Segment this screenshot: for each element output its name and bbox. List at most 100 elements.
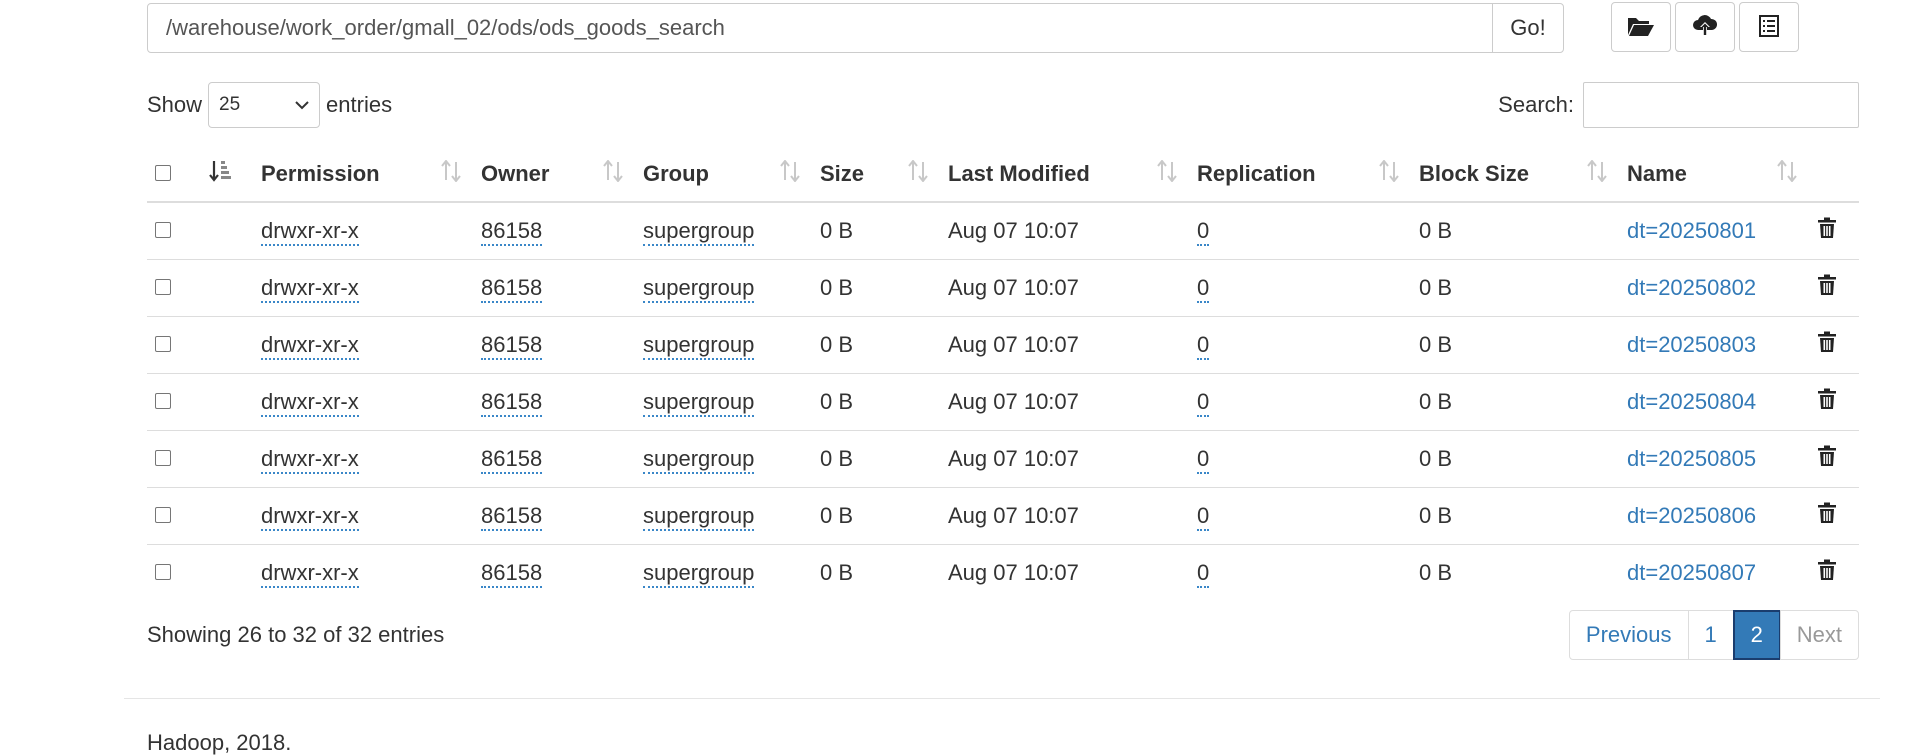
row-checkbox[interactable] [155,392,171,409]
go-button[interactable]: Go! [1492,3,1564,53]
size-cell: 0 B [812,315,940,373]
column-permission[interactable]: Permission [253,146,473,203]
create-directory-button[interactable] [1611,2,1671,52]
next-page-button[interactable]: Next [1779,610,1859,660]
group-value[interactable]: supergroup [643,502,755,531]
name-cell: dt=20250805 [1619,429,1809,487]
modified-cell: Aug 07 10:07 [940,258,1189,316]
trash-icon[interactable] [1817,445,1837,472]
file-name-link[interactable]: dt=20250807 [1627,560,1756,585]
table-row: drwxr-xr-x 86158 supergroup 0 B Aug 07 1… [147,258,1859,316]
column-label: Replication [1197,160,1316,186]
column-label: Name [1627,160,1687,186]
group-value[interactable]: supergroup [643,445,755,474]
column-last-modified[interactable]: Last Modified [940,146,1189,203]
row-checkbox[interactable] [155,506,171,523]
row-checkbox-cell [147,429,201,487]
trash-icon[interactable] [1817,274,1837,301]
spacer-cell [201,258,253,316]
previous-page-button[interactable]: Previous [1568,610,1689,660]
trash-icon[interactable] [1817,217,1837,244]
replication-value[interactable]: 0 [1197,274,1210,303]
select-all-checkbox[interactable] [155,164,171,181]
column-replication[interactable]: Replication [1189,146,1411,203]
owner-value[interactable]: 86158 [481,559,543,588]
permission-value[interactable]: drwxr-xr-x [261,559,359,588]
folder-open-icon [1627,15,1655,40]
row-checkbox[interactable] [155,335,171,352]
file-name-link[interactable]: dt=20250804 [1627,389,1756,414]
file-name-link[interactable]: dt=20250805 [1627,446,1756,471]
permission-value[interactable]: drwxr-xr-x [261,388,359,417]
permission-value[interactable]: drwxr-xr-x [261,274,359,303]
owner-value[interactable]: 86158 [481,217,543,246]
replication-value[interactable]: 0 [1197,502,1210,531]
owner-cell: 86158 [473,372,635,430]
file-name-link[interactable]: dt=20250806 [1627,503,1756,528]
replication-value[interactable]: 0 [1197,331,1210,360]
name-cell: dt=20250801 [1619,202,1809,259]
name-cell: dt=20250804 [1619,372,1809,430]
trash-icon[interactable] [1817,388,1837,415]
row-checkbox-cell [147,486,201,544]
trash-icon[interactable] [1817,559,1837,586]
column-owner[interactable]: Owner [473,146,635,203]
group-value[interactable]: supergroup [643,388,755,417]
replication-cell: 0 [1189,486,1411,544]
pagination: Previous 1 2 Next [1568,610,1859,660]
permission-value[interactable]: drwxr-xr-x [261,445,359,474]
column-size[interactable]: Size [812,146,940,203]
permission-value[interactable]: drwxr-xr-x [261,331,359,360]
permission-value[interactable]: drwxr-xr-x [261,217,359,246]
column-name[interactable]: Name [1619,146,1809,203]
permission-cell: drwxr-xr-x [253,486,473,544]
sort-icon [1587,159,1607,188]
trash-icon[interactable] [1817,331,1837,358]
row-checkbox[interactable] [155,563,171,580]
group-value[interactable]: supergroup [643,217,755,246]
replication-value[interactable]: 0 [1197,559,1210,588]
toolbar [1611,2,1799,52]
replication-value[interactable]: 0 [1197,217,1210,246]
owner-value[interactable]: 86158 [481,445,543,474]
file-name-link[interactable]: dt=20250801 [1627,218,1756,243]
replication-value[interactable]: 0 [1197,445,1210,474]
permission-cell: drwxr-xr-x [253,202,473,259]
group-value[interactable]: supergroup [643,331,755,360]
size-cell: 0 B [812,486,940,544]
permission-value[interactable]: drwxr-xr-x [261,502,359,531]
footer-text: Hadoop, 2018. [147,730,292,755]
column-group[interactable]: Group [635,146,812,203]
file-name-link[interactable]: dt=20250802 [1627,275,1756,300]
replication-value[interactable]: 0 [1197,388,1210,417]
size-cell: 0 B [812,258,940,316]
table-row: drwxr-xr-x 86158 supergroup 0 B Aug 07 1… [147,202,1859,259]
trash-icon[interactable] [1817,502,1837,529]
row-checkbox[interactable] [155,449,171,466]
owner-value[interactable]: 86158 [481,388,543,417]
block-size-cell: 0 B [1411,258,1619,316]
list-icon [1758,14,1780,40]
file-name-link[interactable]: dt=20250803 [1627,332,1756,357]
spacer-cell [201,429,253,487]
page-2-button[interactable]: 2 [1732,610,1781,660]
entries-per-page-select[interactable]: 25 [208,82,321,128]
row-checkbox-cell [147,372,201,430]
owner-value[interactable]: 86158 [481,274,543,303]
column-block-size[interactable]: Block Size [1411,146,1619,203]
sort-order-header[interactable] [201,146,253,203]
replication-cell: 0 [1189,258,1411,316]
owner-value[interactable]: 86158 [481,331,543,360]
owner-value[interactable]: 86158 [481,502,543,531]
delete-cell [1809,429,1859,487]
replication-cell: 0 [1189,372,1411,430]
group-value[interactable]: supergroup [643,559,755,588]
group-value[interactable]: supergroup [643,274,755,303]
search-input[interactable] [1583,82,1859,128]
page-1-button[interactable]: 1 [1687,610,1734,660]
row-checkbox[interactable] [155,221,171,238]
row-checkbox[interactable] [155,278,171,295]
upload-files-button[interactable] [1675,2,1735,52]
cut-paste-button[interactable] [1739,2,1799,52]
directory-path-input[interactable] [147,3,1493,53]
